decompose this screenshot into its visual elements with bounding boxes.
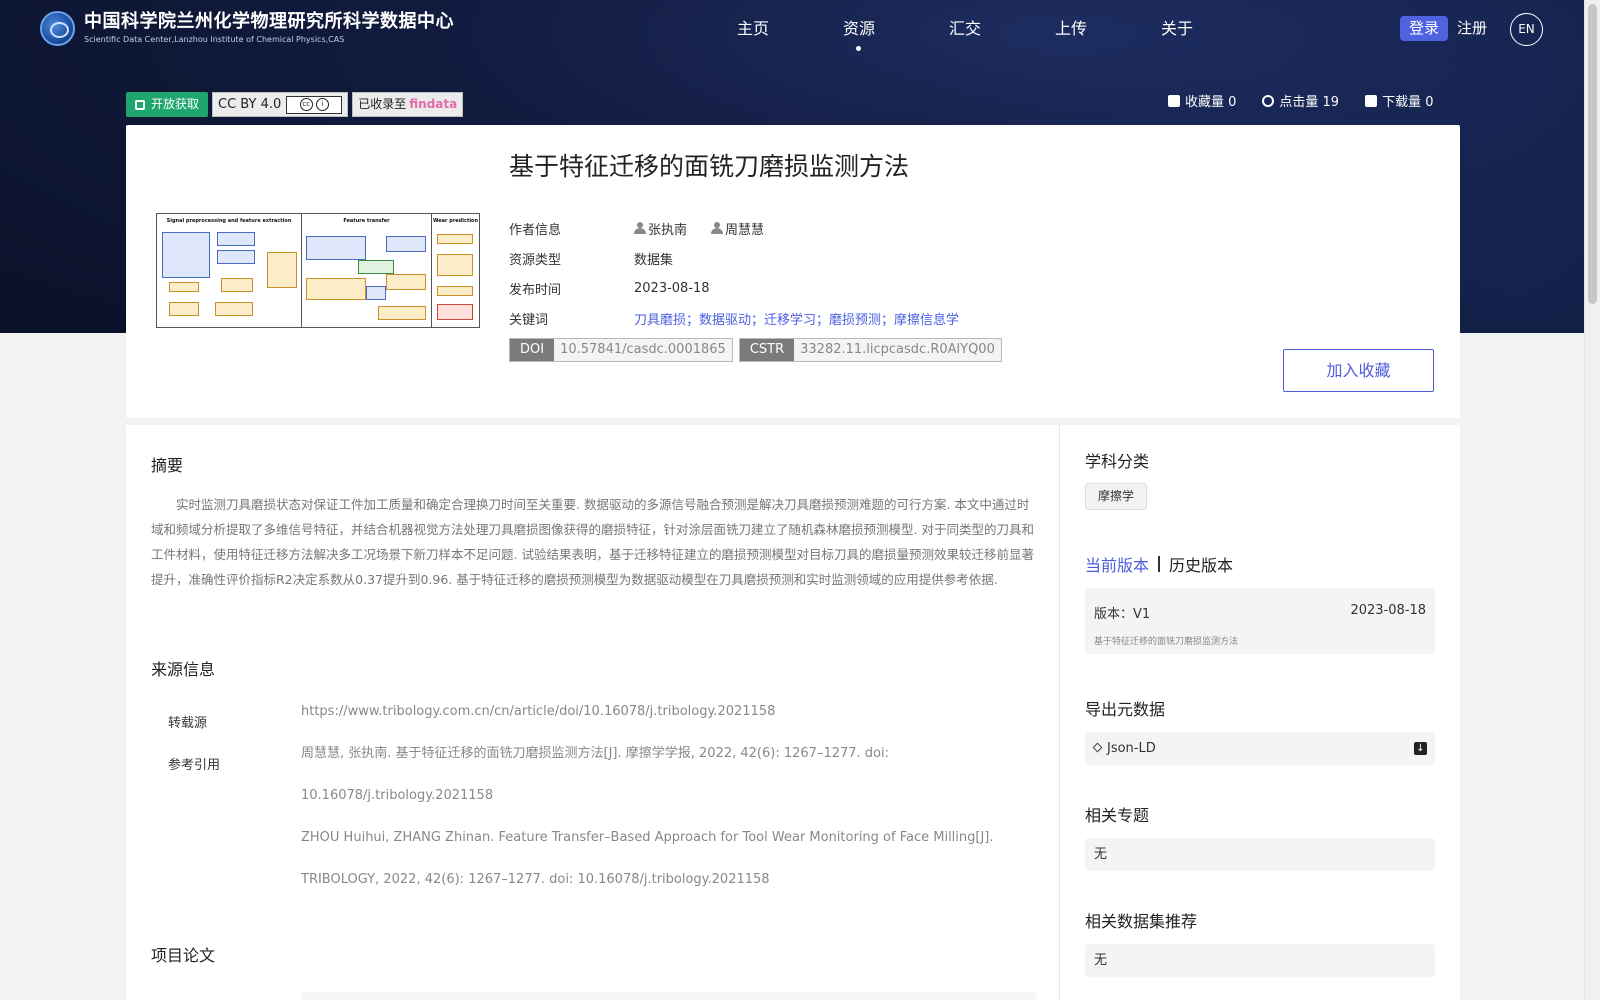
keywords-links[interactable]: 刀具磨损；数据驱动；迁移学习；磨损预测；摩擦信息学 [634, 309, 959, 328]
scrollbar-thumb[interactable] [1588, 4, 1597, 304]
related-datasets-title: 相关数据集推荐 [1085, 912, 1198, 931]
site-name-cn: 中国科学院兰州化学物理研究所科学数据中心 [84, 11, 454, 32]
findata-logo: findata [409, 97, 458, 111]
thumb-col1-title: Signal preprocessing and feature extract… [166, 218, 292, 224]
cc-by-icon: cc i [286, 95, 343, 114]
version-label: 版本：V1 [1094, 607, 1151, 622]
version-description: 基于特征迁移的面铣刀磨损监测方法 [1094, 637, 1239, 647]
project-papers-title: 项目论文 [151, 946, 216, 965]
register-link[interactable]: 注册 [1457, 16, 1487, 41]
citation-label: 参考引用 [168, 758, 221, 773]
related-topics-title: 相关专题 [1085, 806, 1150, 825]
version-tabs: 当前版本 历史版本 [1085, 552, 1233, 576]
diamond-icon [1092, 742, 1103, 753]
cstr-tag[interactable]: CSTR 33282.11.licpcasdc.R0AlYQ00 [738, 338, 1002, 362]
version-card[interactable]: 版本：V1 2023-08-18 基于特征迁移的面铣刀磨损监测方法 [1085, 588, 1435, 654]
thumb-col2-title: Feature transfer [343, 218, 390, 224]
favorites-count: 收藏量 0 [1168, 91, 1236, 110]
subject-tag[interactable]: 摩擦学 [1085, 483, 1148, 510]
version-date: 2023-08-18 [1350, 603, 1426, 618]
views-count: 点击量 19 [1262, 91, 1339, 110]
nav-resources[interactable]: 资源 [806, 0, 912, 58]
language-toggle-button[interactable]: EN [1510, 13, 1543, 46]
indexed-label: 已收录至 [358, 97, 407, 111]
project-papers-list [301, 992, 1036, 1000]
export-metadata-title: 导出元数据 [1085, 700, 1166, 719]
resource-type-label: 资源类型 [509, 252, 562, 268]
dataset-stats: 收藏量 0 点击量 19 下载量 0 [1168, 91, 1434, 110]
nav-about[interactable]: 关于 [1124, 0, 1230, 58]
bookmark-icon [1168, 94, 1180, 107]
author-link[interactable]: 周慧慧 [711, 219, 764, 238]
dataset-header-card: Signal preprocessing and feature extract… [126, 125, 1460, 418]
person-icon [711, 222, 724, 234]
add-favorite-button[interactable]: 加入收藏 [1283, 349, 1434, 392]
login-button[interactable]: 登录 [1400, 16, 1449, 41]
export-format-select[interactable]: Json-LD ↓ [1085, 732, 1435, 765]
citation-text: 周慧慧, 张执南. 基于特征迁移的面铣刀磨损监测方法[J]. 摩擦学学报, 20… [301, 746, 994, 887]
tab-current-version[interactable]: 当前版本 [1085, 552, 1149, 576]
eye-icon [1262, 94, 1275, 107]
main-nav: 主页 资源 汇交 上传 关于 [700, 0, 1230, 58]
dataset-metadata: 作者信息 张执南 周慧慧 资源类型 数据集 发布时间 2023-08-18 关键… [509, 213, 959, 333]
subject-title: 学科分类 [1085, 452, 1150, 471]
authors-label: 作者信息 [509, 222, 562, 238]
publish-date-value: 2023-08-18 [634, 280, 710, 296]
person-icon [634, 222, 646, 234]
source-info-title: 来源信息 [151, 660, 216, 679]
repost-source-link[interactable]: https://www.tribology.com.cn/cn/article/… [301, 691, 1021, 733]
nav-home[interactable]: 主页 [700, 0, 806, 58]
resource-type-value: 数据集 [634, 252, 674, 268]
keywords-label: 关键词 [509, 312, 549, 328]
unlock-icon [135, 99, 145, 110]
repost-source-label: 转载源 [168, 716, 208, 731]
site-logo[interactable]: 中国科学院兰州化学物理研究所科学数据中心 Scientific Data Cen… [40, 10, 454, 46]
sidebar-panel: 学科分类 摩擦学 当前版本 历史版本 版本：V1 2023-08-18 基于特征… [1059, 425, 1460, 1000]
download-icon [1365, 94, 1378, 107]
tab-history-version[interactable]: 历史版本 [1169, 552, 1233, 576]
license-badge[interactable]: CC BY 4.0 cc i [212, 92, 349, 117]
thumb-col3-title: Wear prediction [432, 218, 479, 224]
access-badges: 开放获取 CC BY 4.0 cc i 已收录至 findata [126, 92, 464, 117]
identifier-tags: DOI 10.57841/casdc.0001865 CSTR 33282.11… [509, 338, 1002, 362]
site-name-en: Scientific Data Center,Lanzhou Institute… [84, 35, 345, 44]
related-datasets-value: 无 [1085, 944, 1435, 977]
related-topics-value: 无 [1085, 838, 1435, 871]
dataset-thumbnail[interactable]: Signal preprocessing and feature extract… [156, 213, 480, 328]
abstract-title: 摘要 [151, 456, 184, 475]
findata-badge[interactable]: 已收录至 findata [352, 92, 464, 117]
nav-upload[interactable]: 上传 [1018, 0, 1124, 58]
nav-submit[interactable]: 汇交 [912, 0, 1018, 58]
publish-date-label: 发布时间 [509, 282, 562, 298]
open-access-label: 开放获取 [151, 97, 200, 111]
logo-emblem-icon [40, 10, 75, 46]
abstract-text: 实时监测刀具磨损状态对保证工件加工质量和确定合理换刀时间至关重要. 数据驱动的多… [151, 497, 1034, 587]
download-arrow-icon[interactable]: ↓ [1414, 742, 1427, 755]
tab-divider [1158, 556, 1161, 572]
license-label: CC BY 4.0 [218, 97, 282, 112]
author-link[interactable]: 张执南 [634, 219, 687, 238]
open-access-badge: 开放获取 [126, 92, 209, 117]
details-panel: 摘要 实时监测刀具磨损状态对保证工件加工质量和确定合理换刀时间至关重要. 数据驱… [126, 425, 1059, 1000]
page-scrollbar[interactable] [1584, 0, 1600, 1000]
doi-tag[interactable]: DOI 10.57841/casdc.0001865 [509, 338, 733, 362]
dataset-title: 基于特征迁移的面铣刀磨损监测方法 [509, 152, 910, 181]
downloads-count: 下载量 0 [1365, 91, 1434, 110]
